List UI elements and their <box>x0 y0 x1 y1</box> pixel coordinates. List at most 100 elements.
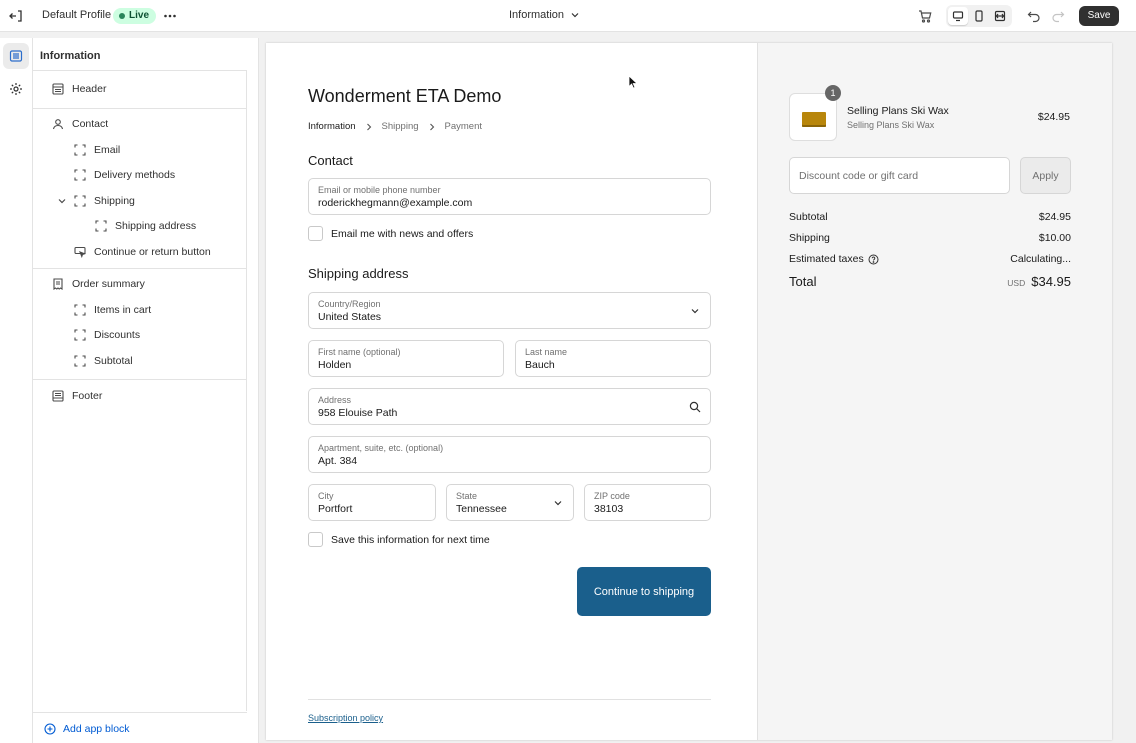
sidebar-item-footer[interactable]: Footer <box>52 386 102 406</box>
country-select[interactable]: Country/Region United States <box>308 292 711 329</box>
sidebar-item-label: Items in cart <box>94 304 152 316</box>
receipt-icon <box>53 278 63 290</box>
page-selector[interactable]: Information <box>509 9 580 21</box>
cart-icon[interactable] <box>917 8 933 24</box>
section-frame-icon <box>95 220 107 232</box>
search-icon[interactable] <box>689 401 701 413</box>
state-value: Tennessee <box>456 503 507 515</box>
newsletter-checkbox-row[interactable]: Email me with news and offers <box>308 226 473 241</box>
product-price: $24.95 <box>1037 111 1070 123</box>
sidebar-item-continue-button[interactable]: Continue or return button <box>74 242 211 262</box>
footer-layout-icon <box>52 390 64 402</box>
sidebar-item-label: Continue or return button <box>94 246 211 258</box>
total-row: Total USD $34.95 <box>789 274 1071 289</box>
sidebar-item-label: Shipping address <box>115 220 197 232</box>
section-frame-icon <box>74 304 86 316</box>
ski-wax-image <box>802 112 826 127</box>
discount-code-input[interactable]: Discount code or gift card <box>789 157 1010 194</box>
sidebar-item-label: Contact <box>72 118 109 130</box>
sidebar-item-label: Discounts <box>94 329 141 341</box>
taxes-label-group: Estimated taxes <box>789 253 879 265</box>
section-frame-icon <box>74 144 86 156</box>
profile-name[interactable]: Default Profile <box>42 9 111 21</box>
sidebar-item-items-in-cart[interactable]: Items in cart <box>74 300 151 320</box>
taxes-row: Estimated taxes Calculating... <box>789 253 1071 265</box>
sidebar-item-label: Email <box>94 144 121 156</box>
shipping-label: Shipping <box>789 232 830 244</box>
sidebar-item-label: Delivery methods <box>94 169 176 181</box>
state-select[interactable]: State Tennessee <box>446 484 574 521</box>
person-icon <box>52 119 64 130</box>
breadcrumb: Information Shipping Payment <box>308 121 482 132</box>
sidebar-item-shipping[interactable]: Shipping <box>57 191 135 211</box>
last-name-label: Last name <box>525 347 568 357</box>
sidebar-item-order-summary[interactable]: Order summary <box>52 274 145 294</box>
sidebar-item-header[interactable]: Header <box>52 79 106 99</box>
chevron-down-icon[interactable] <box>57 196 67 206</box>
settings-gear-icon[interactable] <box>3 76 29 102</box>
save-button[interactable]: Save <box>1079 6 1119 26</box>
city-value: Portfort <box>318 503 353 515</box>
full-width-view-icon[interactable] <box>990 7 1010 25</box>
subtotal-value: $24.95 <box>1038 211 1071 223</box>
country-value: United States <box>318 311 382 323</box>
email-field-label: Email or mobile phone number <box>318 185 441 195</box>
mobile-view-icon[interactable] <box>969 7 989 25</box>
mouse-cursor-icon <box>628 75 638 89</box>
add-app-block-label: Add app block <box>63 723 130 735</box>
sidebar-item-label: Shipping <box>94 195 135 207</box>
total-label: Total <box>789 274 817 289</box>
save-info-checkbox-row[interactable]: Save this information for next time <box>308 532 490 547</box>
checkout-preview: Wonderment ETA Demo Information Shipping… <box>266 43 1112 740</box>
page-selector-label: Information <box>509 9 565 21</box>
sidebar-footer: Add app block <box>33 712 247 743</box>
chevron-down-icon <box>554 501 562 506</box>
email-field[interactable]: Email or mobile phone number roderickheg… <box>308 178 711 215</box>
sidebar-divider <box>33 70 247 71</box>
first-name-field[interactable]: First name (optional) Holden <box>308 340 504 377</box>
more-options-icon[interactable] <box>162 8 178 24</box>
subscription-policy-link[interactable]: Subscription policy <box>308 713 383 723</box>
sidebar-item-contact[interactable]: Contact <box>52 114 108 134</box>
sidebar-item-shipping-address[interactable]: Shipping address <box>95 216 196 236</box>
subtotal-row: Subtotal $24.95 <box>789 211 1071 223</box>
city-field[interactable]: City Portfort <box>308 484 436 521</box>
apply-discount-button[interactable]: Apply <box>1020 157 1071 194</box>
save-info-checkbox[interactable] <box>308 532 323 547</box>
shipping-value: $10.00 <box>1038 232 1071 244</box>
header-layout-icon <box>52 83 64 95</box>
sidebar-divider <box>33 379 247 380</box>
desktop-view-icon[interactable] <box>948 7 968 25</box>
button-cursor-icon <box>74 246 86 258</box>
redo-icon[interactable] <box>1050 8 1066 24</box>
help-circle-icon[interactable] <box>868 254 879 265</box>
address-field[interactable]: Address 958 Elouise Path <box>308 388 711 425</box>
apartment-field[interactable]: Apartment, suite, etc. (optional) Apt. 3… <box>308 436 711 473</box>
breadcrumb-shipping[interactable]: Shipping <box>382 121 419 132</box>
newsletter-checkbox[interactable] <box>308 226 323 241</box>
sections-sidebar: Information Header Contact Email Deliver… <box>33 38 259 743</box>
undo-icon[interactable] <box>1026 8 1042 24</box>
total-value: $34.95 <box>1031 274 1071 289</box>
breadcrumb-payment[interactable]: Payment <box>445 121 483 132</box>
continue-to-shipping-button[interactable]: Continue to shipping <box>577 567 711 616</box>
sidebar-item-discounts[interactable]: Discounts <box>74 325 140 345</box>
product-variant: Selling Plans Ski Wax <box>847 120 935 130</box>
sidebar-item-subtotal[interactable]: Subtotal <box>74 351 133 371</box>
sidebar-item-email[interactable]: Email <box>74 140 120 160</box>
save-info-label: Save this information for next time <box>331 533 490 546</box>
add-app-block-button[interactable]: Add app block <box>44 723 130 735</box>
last-name-field[interactable]: Last name Bauch <box>515 340 711 377</box>
sidebar-scrollbar[interactable] <box>246 71 247 711</box>
sidebar-item-delivery-methods[interactable]: Delivery methods <box>74 165 175 185</box>
discount-placeholder: Discount code or gift card <box>799 170 919 182</box>
sidebar-item-label: Subtotal <box>94 355 133 367</box>
zip-code-label: ZIP code <box>594 491 630 501</box>
zip-code-field[interactable]: ZIP code 38103 <box>584 484 711 521</box>
address-label: Address <box>318 395 352 405</box>
chevron-down-icon <box>571 13 579 18</box>
address-value: 958 Elouise Path <box>318 407 398 419</box>
section-frame-icon <box>74 195 86 207</box>
exit-icon[interactable] <box>8 8 24 24</box>
sections-icon[interactable] <box>3 43 29 69</box>
